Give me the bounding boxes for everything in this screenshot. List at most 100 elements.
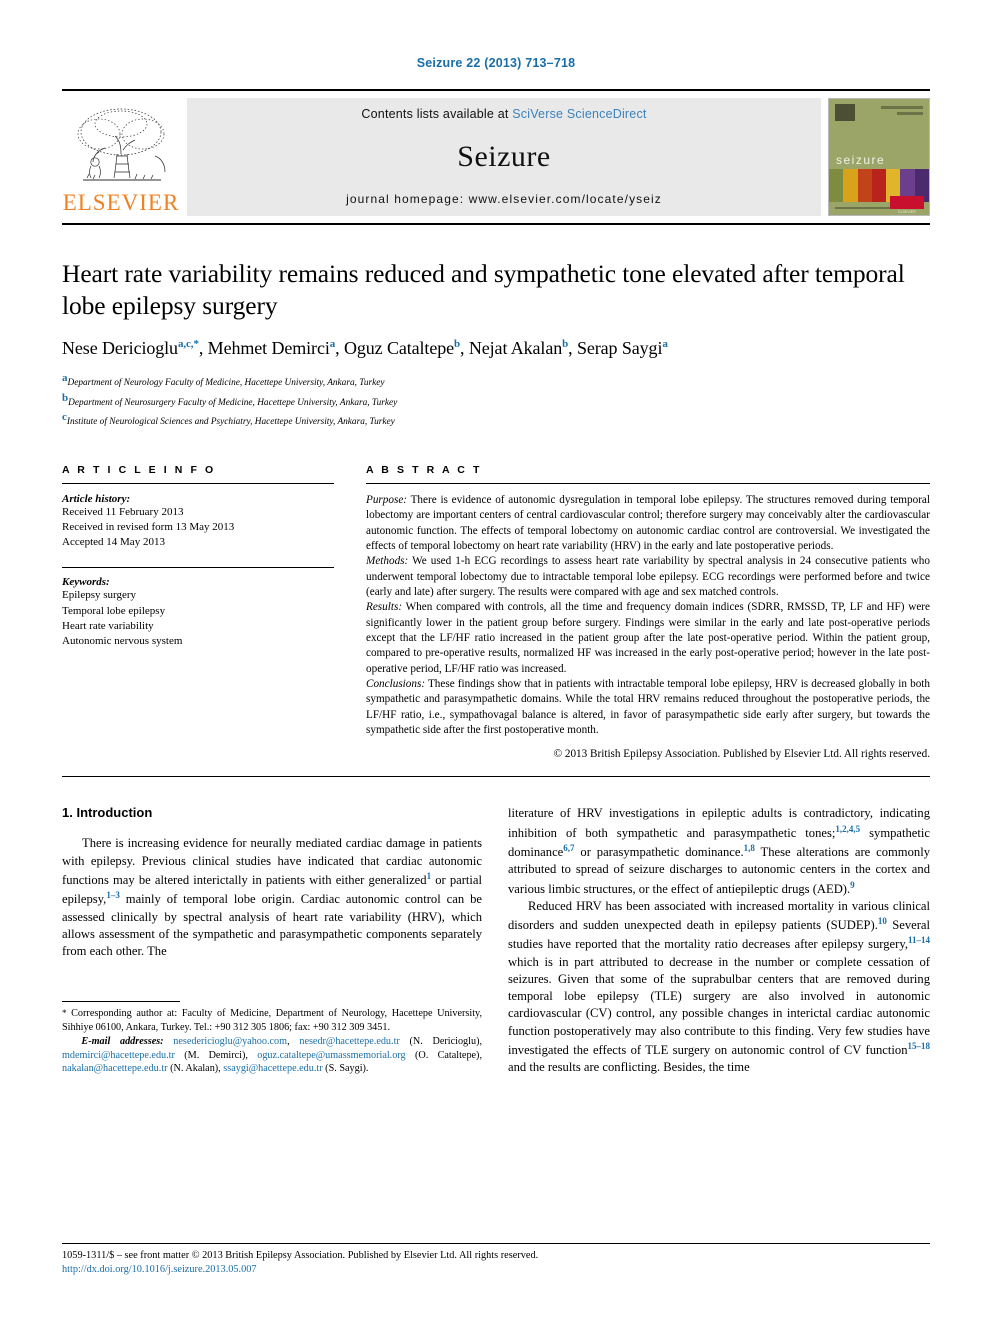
intro-paragraph-right-2: Reduced HRV has been associated with inc… [508, 898, 930, 1076]
cover-logo-mark [835, 104, 855, 121]
intro-right2-text-c: which is in part attributed to decrease … [508, 954, 930, 1057]
abstract-results-label: Results: [366, 601, 403, 614]
corresponding-author-text: Corresponding author at: Faculty of Medi… [62, 1007, 482, 1033]
cover-elsevier-badge [890, 196, 924, 209]
footnote-rule [62, 1000, 180, 1002]
email-link[interactable]: nesedr@hacettepe.edu.tr [299, 1036, 399, 1047]
abstract-copyright: © 2013 British Epilepsy Association. Pub… [553, 748, 930, 761]
elsevier-tree-icon [77, 108, 166, 181]
affiliation-text: Institute of Neurological Sciences and P… [66, 417, 395, 428]
elsevier-logo: ELSEVIER [62, 98, 180, 216]
abstract-rule [366, 482, 930, 484]
masthead-bottom-rule [62, 223, 930, 225]
affiliation-item: cInstitute of Neurological Sciences and … [62, 410, 930, 430]
abstract-methods: Methods: We used 1-h ECG recordings to a… [366, 554, 930, 600]
reference-marker[interactable]: 1,2,4,5 [835, 824, 860, 834]
article-page: Seizure 22 (2013) 713–718 ELSEVIER Conte… [0, 0, 992, 1323]
info-abstract-section: A R T I C L E I N F O Article history: R… [62, 463, 930, 761]
author-name: Nejat Akalan [468, 338, 563, 359]
affiliation-list: aDepartment of Neurology Faculty of Medi… [62, 371, 930, 430]
keyword-item: Epilepsy surgery [62, 589, 137, 602]
abstract-column: A B S T R A C T Purpose: There is eviden… [366, 463, 930, 761]
journal-title: Seizure [457, 139, 551, 173]
keywords-label: Keywords: [62, 576, 110, 589]
abstract-heading: A B S T R A C T [366, 463, 482, 476]
introduction-paragraph-left: There is increasing evidence for neurall… [62, 835, 482, 960]
doi-link[interactable]: http://dx.doi.org/10.1016/j.seizure.2013… [62, 1264, 930, 1275]
keywords-rule [62, 567, 334, 569]
masthead-center: Contents lists available at SciVerse Sci… [187, 98, 821, 216]
keywords-block: Keywords: Epilepsy surgery Temporal lobe… [62, 567, 334, 649]
email-link[interactable]: nesedericioglu@yahoo.com [173, 1036, 287, 1047]
email-addresses-note: E-mail addresses: nesedericioglu@yahoo.c… [62, 1035, 482, 1077]
author-affiliation-mark: b [454, 338, 461, 351]
abstract-purpose-text: There is evidence of autonomic dysregula… [366, 493, 930, 552]
keyword-item: Heart rate variability [62, 619, 154, 632]
reference-marker[interactable]: 1–3 [106, 890, 120, 900]
article-info-rule [62, 482, 334, 484]
reference-marker[interactable]: 11–14 [908, 935, 930, 945]
email-sep: , [287, 1035, 300, 1047]
email-link[interactable]: oguz.cataltepe@umassmemorial.org [257, 1050, 405, 1061]
correspondence-footnote: * Corresponding author at: Faculty of Me… [62, 1000, 482, 1077]
abstract-results-text: When compared with controls, all the tim… [366, 601, 930, 675]
email-addresses-label: E-mail addresses: [81, 1035, 164, 1047]
author-affiliation-mark: a,c,* [177, 338, 199, 351]
intro-right-text-c: or parasympathetic dominance. [574, 845, 744, 860]
abstract-methods-text: We used 1-h ECG recordings to assess hea… [366, 555, 930, 598]
corresponding-author-note: * Corresponding author at: Faculty of Me… [62, 1007, 482, 1035]
cover-header-rule-2 [897, 112, 923, 115]
abstract-conclusions-text: These findings show that in patients wit… [366, 678, 930, 737]
keyword-item: Autonomic nervous system [62, 634, 183, 647]
reference-marker[interactable]: 9 [850, 880, 855, 890]
email-owner: (O. Cataltepe), [405, 1049, 482, 1061]
author-name: Oguz Cataltepe [343, 338, 455, 359]
author-list: Nese Dericioglua,c,*, Mehmet Demircia, O… [62, 338, 668, 359]
email-link[interactable]: ssaygi@hacettepe.edu.tr [223, 1063, 322, 1074]
front-matter-line: 1059-1311/$ – see front matter © 2013 Br… [62, 1250, 539, 1262]
journal-cover-thumbnail: seizure European Journal of Epilepsy ELS… [828, 98, 930, 216]
journal-homepage[interactable]: journal homepage: www.elsevier.com/locat… [346, 192, 662, 206]
body-column-right: literature of HRV investigations in epil… [508, 805, 930, 1076]
author-name: Mehmet Demirci [207, 338, 330, 359]
intro-right2-text-a: Reduced HRV has been associated with inc… [508, 898, 930, 933]
abstract-conclusions-label: Conclusions: [366, 678, 426, 691]
intro-text-c: mainly of temporal lobe origin. Cardiac … [62, 892, 482, 958]
affiliation-text: Department of Neurology Faculty of Medic… [67, 378, 385, 389]
contents-prefix: Contents lists available at [361, 107, 513, 121]
reference-marker[interactable]: 10 [878, 916, 887, 926]
article-history-label: Article history: [62, 492, 131, 505]
keyword-item: Temporal lobe epilepsy [62, 604, 166, 617]
author-affiliation-mark: b [562, 338, 569, 351]
email-owner: (M. Demirci), [174, 1049, 258, 1061]
abstract-purpose: Purpose: There is evidence of autonomic … [366, 493, 930, 554]
intro-text-a: There is increasing evidence for neurall… [62, 836, 482, 887]
affiliation-item: aDepartment of Neurology Faculty of Medi… [62, 371, 930, 391]
body-columns: 1. Introduction There is increasing evid… [62, 805, 930, 1076]
body-column-left: 1. Introduction There is increasing evid… [62, 805, 482, 1076]
cover-header-rule-1 [881, 106, 923, 109]
reference-marker[interactable]: 6,7 [563, 843, 574, 853]
email-link[interactable]: mdemirci@hacettepe.edu.tr [62, 1050, 175, 1061]
elsevier-wordmark: ELSEVIER [62, 190, 180, 215]
author-name: Nese Dericioglu [62, 338, 178, 359]
email-owner: (N. Akalan), [167, 1063, 224, 1075]
article-info-column: A R T I C L E I N F O Article history: R… [62, 464, 334, 761]
journal-masthead: ELSEVIER Contents lists available at Sci… [62, 89, 930, 216]
author-name: Serap Saygi [576, 338, 663, 359]
article-history-item: Received 11 February 2013 [62, 505, 184, 518]
reference-marker[interactable]: 15–18 [908, 1041, 931, 1051]
contents-available-line: Contents lists available at SciVerse Sci… [361, 107, 646, 121]
abstract-conclusions: Conclusions: These findings show that in… [366, 677, 930, 738]
asterisk-icon: * [62, 1007, 67, 1018]
article-history-item: Received in revised form 13 May 2013 [62, 521, 235, 534]
page-title: Heart rate variability remains reduced a… [62, 259, 905, 320]
cover-footer-rule [835, 207, 891, 209]
affiliation-item: bDepartment of Neurosurgery Faculty of M… [62, 391, 930, 411]
email-link[interactable]: nakalan@hacettepe.edu.tr [62, 1063, 168, 1074]
running-head: Seizure 22 (2013) 713–718 [416, 56, 576, 70]
reference-marker[interactable]: 1,8 [744, 843, 755, 853]
sciencedirect-link[interactable]: SciVerse ScienceDirect [512, 107, 646, 121]
abstract-bottom-rule [62, 776, 930, 778]
intro-right2-text-d: and the results are conflicting. Besides… [508, 1060, 750, 1075]
